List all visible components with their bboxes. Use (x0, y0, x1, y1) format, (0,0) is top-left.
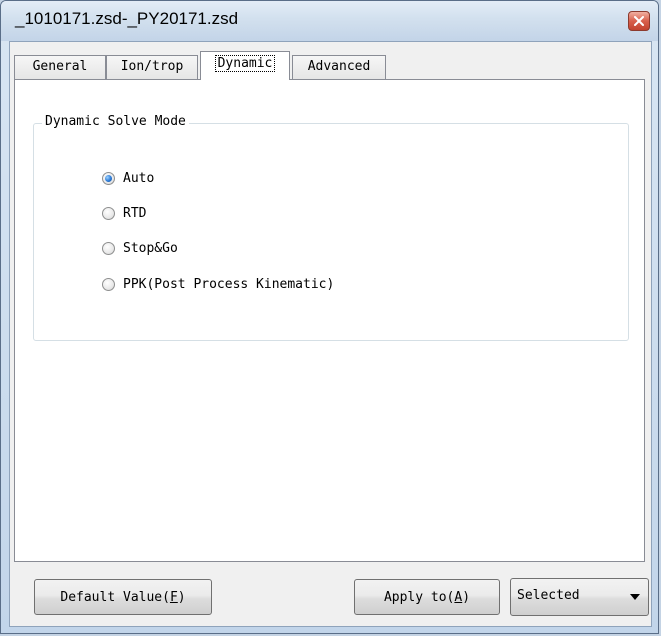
tab-dynamic[interactable]: Dynamic (200, 51, 290, 80)
tab-ion-trop-label: Ion/trop (120, 59, 184, 74)
dynamic-tab-panel: Dynamic Solve Mode Auto RTD Stop&Go PPK(… (14, 79, 645, 562)
tab-advanced[interactable]: Advanced (292, 55, 386, 79)
radio-label-stop-and-go: Stop&Go (123, 240, 178, 256)
title-bar[interactable]: _1010171.zsd-_PY20171.zsd (1, 1, 658, 41)
radio-label-auto: Auto (123, 170, 155, 186)
radio-button-stop-and-go[interactable] (102, 241, 115, 255)
close-icon (634, 16, 644, 26)
radio-button-auto[interactable] (102, 171, 115, 185)
apply-to-close: ) (462, 589, 471, 605)
radio-option-stop-and-go[interactable]: Stop&Go (102, 238, 178, 258)
dynamic-solve-mode-group: Dynamic Solve Mode Auto RTD Stop&Go PPK(… (33, 114, 629, 341)
default-value-accel: F (169, 589, 178, 605)
radio-button-rtd[interactable] (102, 206, 115, 220)
radio-label-rtd: RTD (123, 205, 147, 221)
radio-label-ppk: PPK(Post Process Kinematic) (123, 276, 335, 292)
tab-general-label: General (32, 59, 88, 74)
chevron-down-icon[interactable] (630, 594, 640, 600)
radio-option-auto[interactable]: Auto (102, 168, 154, 188)
dialog-window: _1010171.zsd-_PY20171.zsd General Ion/tr… (0, 0, 659, 634)
apply-scope-select[interactable]: Selected (510, 578, 649, 616)
default-value-button[interactable]: Default Value(F) (34, 579, 212, 615)
tab-advanced-label: Advanced (307, 59, 371, 74)
radio-option-ppk[interactable]: PPK(Post Process Kinematic) (102, 274, 334, 294)
radio-selected-dot (105, 174, 112, 182)
apply-scope-value: Selected (517, 588, 580, 603)
default-value-close: ) (177, 589, 186, 605)
apply-to-accel: A (454, 589, 463, 605)
apply-to-button[interactable]: Apply to(A) (354, 579, 500, 615)
window-title: _1010171.zsd-_PY20171.zsd (15, 9, 239, 28)
tab-dynamic-label: Dynamic (214, 55, 276, 72)
close-button[interactable] (628, 11, 650, 31)
dialog-client-area: General Ion/trop Dynamic Advanced Dynami… (9, 41, 652, 627)
radio-button-ppk[interactable] (102, 277, 115, 291)
tab-general[interactable]: General (14, 55, 106, 79)
tab-ion-trop[interactable]: Ion/trop (106, 55, 198, 79)
group-title: Dynamic Solve Mode (42, 114, 189, 129)
default-value-label: Default Value( (60, 589, 170, 605)
radio-option-rtd[interactable]: RTD (102, 203, 146, 223)
apply-to-label: Apply to( (383, 589, 455, 605)
